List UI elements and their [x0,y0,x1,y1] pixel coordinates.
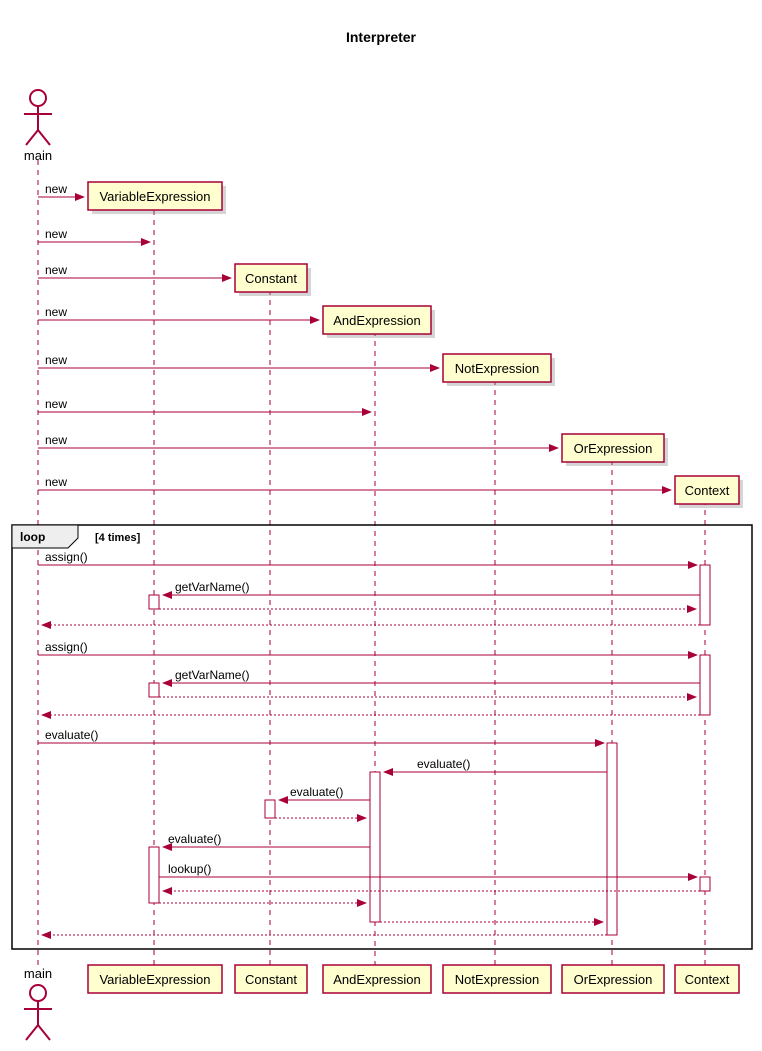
activation-context-3 [700,877,710,891]
activation-varexp-2 [149,683,159,697]
svg-text:main: main [24,966,52,981]
participant-box-notexpression-bottom: NotExpression [443,965,551,993]
participant-box-variableexpression-bottom: VariableExpression [88,965,222,993]
msg-label-evaluate-var: evaluate() [168,832,221,846]
actor-label-top: main [24,148,52,163]
msg-label-new3: new [45,263,67,277]
activation-varexp-3 [149,847,159,903]
msg-label-evaluate-and: evaluate() [417,757,470,771]
activation-andexp [370,772,380,922]
msg-label-assign1: assign() [45,550,88,564]
actor-main-bottom: main [24,966,52,1040]
participant-box-orexpression-bottom: OrExpression [562,965,664,993]
msg-label-assign2: assign() [45,640,88,654]
participant-box-andexpression-bottom: AndExpression [323,965,431,993]
msg-label-getvarname1: getVarName() [175,580,249,594]
loop-fragment [12,525,752,949]
participant-box-variableexpression-top: VariableExpression [88,182,226,214]
msg-label-new6: new [45,397,67,411]
svg-text:AndExpression: AndExpression [333,972,420,987]
activation-context-1 [700,565,710,625]
participant-box-constant-bottom: Constant [235,965,307,993]
msg-label-new8: new [45,475,67,489]
activation-orexp [607,743,617,935]
loop-condition-text: [4 times] [95,532,141,544]
participant-box-context-top: Context [675,476,743,508]
svg-text:OrExpression: OrExpression [574,441,653,456]
svg-text:VariableExpression: VariableExpression [99,189,210,204]
svg-text:Context: Context [685,483,730,498]
participant-box-constant-top: Constant [235,264,311,296]
actor-main-top: main [24,90,52,163]
svg-text:AndExpression: AndExpression [333,313,420,328]
svg-text:NotExpression: NotExpression [455,361,540,376]
svg-text:NotExpression: NotExpression [455,972,540,987]
msg-label-getvarname2: getVarName() [175,668,249,682]
svg-text:OrExpression: OrExpression [574,972,653,987]
msg-label-new4: new [45,305,67,319]
msg-label-new2: new [45,227,67,241]
msg-label-new7: new [45,433,67,447]
loop-label-text: loop [20,530,45,544]
activation-context-2 [700,655,710,715]
activation-varexp-1 [149,595,159,609]
msg-label-new5: new [45,353,67,367]
msg-label-evaluate-const: evaluate() [290,785,343,799]
svg-text:Constant: Constant [245,972,297,987]
svg-text:Context: Context [685,972,730,987]
activation-const [265,800,275,818]
msg-label-new1: new [45,182,67,196]
diagram-title: Interpreter [346,29,417,45]
participant-box-notexpression-top: NotExpression [443,354,555,386]
participant-box-andexpression-top: AndExpression [323,306,435,338]
msg-label-lookup: lookup() [168,862,211,876]
participant-box-context-bottom: Context [675,965,739,993]
msg-label-evaluate-or: evaluate() [45,728,98,742]
svg-text:VariableExpression: VariableExpression [99,972,210,987]
svg-text:Constant: Constant [245,271,297,286]
sequence-diagram: Interpreter main VariableExpression Cons… [0,0,762,1051]
participant-box-orexpression-top: OrExpression [562,434,668,466]
